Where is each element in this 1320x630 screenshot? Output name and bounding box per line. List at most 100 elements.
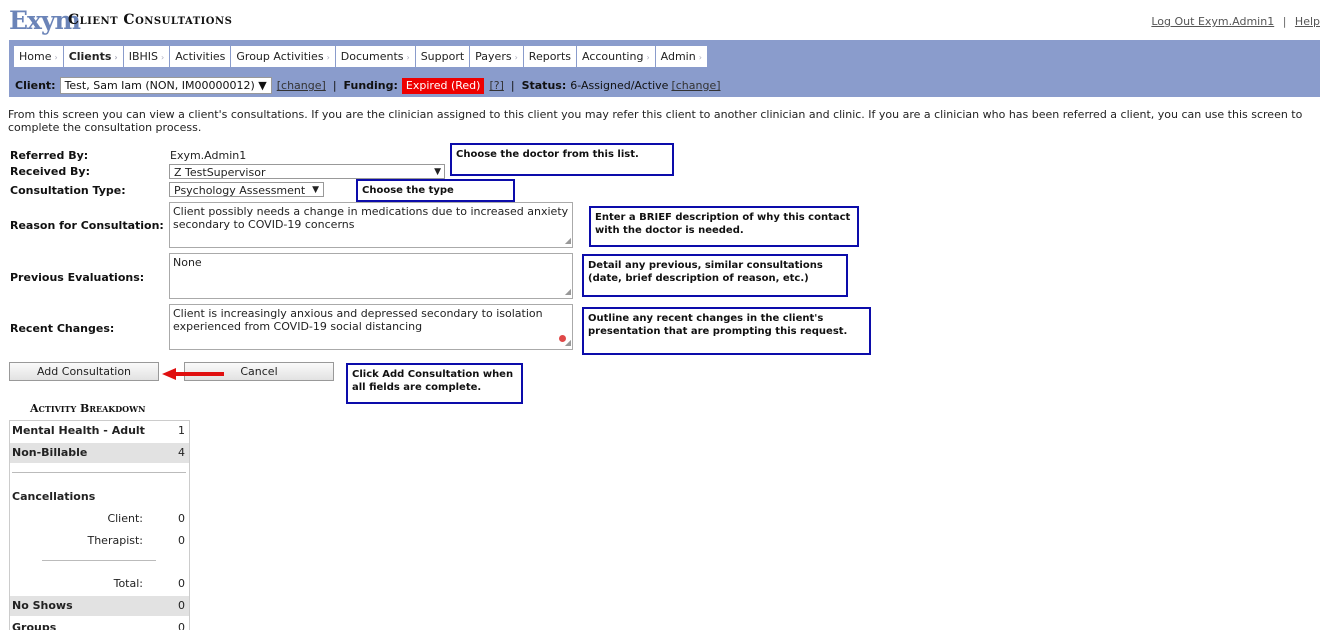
menu-item-label: Support xyxy=(420,50,465,63)
menu-item-ibhis[interactable]: IBHIS › xyxy=(123,46,170,67)
activity-breakdown-panel: Mental Health - Adult 1 Non-Billable 4 C… xyxy=(9,420,190,630)
therapist-cancellations-value: 0 xyxy=(178,534,185,547)
chevron-right-icon: › xyxy=(646,53,650,62)
navbar: Home › Clients › IBHIS › Activities Group Activ… xyxy=(9,40,1320,97)
non-billable-value: 4 xyxy=(178,446,185,459)
client-select[interactable]: Test, Sam Iam (NON, IM00000012) ▼ xyxy=(59,77,272,94)
top-links: Log Out Exym.Admin1 | Help xyxy=(1151,15,1320,28)
recent-changes-textarea[interactable]: Client is increasingly anxious and depre… xyxy=(169,304,573,350)
chevron-right-icon: › xyxy=(326,53,330,62)
therapist-cancellations-label: Therapist: xyxy=(87,534,143,547)
client-bar: Client: Test, Sam Iam (NON, IM00000012) … xyxy=(15,77,721,94)
chevron-down-icon: ▼ xyxy=(312,185,319,195)
menu-item-reports[interactable]: Reports xyxy=(523,46,576,67)
chevron-right-icon: › xyxy=(698,53,702,62)
add-consultation-button[interactable]: Add Consultation xyxy=(9,362,159,381)
chevron-right-icon: › xyxy=(406,53,410,62)
received-by-select[interactable]: Z TestSupervisor ▼ xyxy=(169,164,445,179)
total-cancellations-row: Total: 0 xyxy=(10,574,189,594)
type-callout: Choose the type xyxy=(356,179,515,202)
menu-item-support[interactable]: Support xyxy=(415,46,470,67)
client-cancellations-row: Client: 0 xyxy=(10,509,189,529)
menu-item-label: Admin xyxy=(660,50,696,63)
menu-item-payers[interactable]: Payers › xyxy=(470,46,523,67)
funding-status-badge: Expired (Red) xyxy=(401,77,485,94)
previous-evaluations-label: Previous Evaluations: xyxy=(10,271,145,284)
mental-health-row: Mental Health - Adult 1 xyxy=(10,421,189,441)
red-arrow-icon xyxy=(162,368,224,380)
add-consultation-callout: Click Add Consultation when all fields a… xyxy=(346,363,523,404)
no-shows-value: 0 xyxy=(178,599,185,612)
funding-label: Funding: xyxy=(343,79,398,92)
total-cancellations-value: 0 xyxy=(178,577,185,590)
groups-value: 0 xyxy=(178,621,185,630)
menu-item-documents[interactable]: Documents › xyxy=(335,46,415,67)
main-menu: Home › Clients › IBHIS › Activities Group Activ… xyxy=(14,46,708,67)
resize-grip-icon[interactable]: ◢ xyxy=(565,336,571,349)
groups-label: Groups xyxy=(12,621,57,630)
resize-grip-icon[interactable]: ◢ xyxy=(565,234,571,247)
no-shows-row: No Shows 0 xyxy=(10,596,189,616)
resize-grip-icon[interactable]: ◢ xyxy=(565,285,571,298)
recent-changes-label: Recent Changes: xyxy=(10,322,115,335)
non-billable-label: Non-Billable xyxy=(12,446,88,459)
mental-health-value: 1 xyxy=(178,424,185,437)
menu-item-label: Activities xyxy=(175,50,226,63)
client-cancellations-label: Client: xyxy=(107,512,143,525)
consultation-type-label: Consultation Type: xyxy=(10,184,126,197)
status-value: 6-Assigned/Active xyxy=(570,79,669,92)
menu-item-label: Home xyxy=(19,50,52,63)
chevron-right-icon: › xyxy=(514,53,518,62)
previous-evaluations-textarea[interactable]: None ◢ xyxy=(169,253,573,299)
reason-textarea[interactable]: Client possibly needs a change in medica… xyxy=(169,202,573,248)
menu-item-label: IBHIS xyxy=(128,50,158,63)
previous-callout: Detail any previous, similar consultatio… xyxy=(582,254,848,297)
intro-text: From this screen you can view a client's… xyxy=(8,108,1303,134)
chevron-right-icon: › xyxy=(54,53,58,62)
non-billable-row: Non-Billable 4 xyxy=(10,443,189,463)
change-status-link[interactable]: [change] xyxy=(671,79,720,92)
referred-by-value: Exym.Admin1 xyxy=(170,149,247,162)
help-link[interactable]: Help xyxy=(1295,15,1320,28)
no-shows-label: No Shows xyxy=(12,599,73,612)
activity-breakdown-title: Activity Breakdown xyxy=(30,402,146,415)
menu-item-accounting[interactable]: Accounting › xyxy=(577,46,655,67)
chevron-down-icon: ▼ xyxy=(434,167,441,177)
menu-item-label: Payers xyxy=(475,50,512,63)
divider xyxy=(12,472,186,473)
groups-row: Groups 0 xyxy=(10,618,189,630)
status-label: Status: xyxy=(521,79,567,92)
change-client-link[interactable]: [change] xyxy=(277,79,326,92)
mental-health-label: Mental Health - Adult xyxy=(12,424,145,437)
cancellations-label: Cancellations xyxy=(12,490,96,503)
client-bar-separator: | xyxy=(510,79,515,92)
menu-item-admin[interactable]: Admin › xyxy=(655,46,707,67)
menu-item-label: Clients xyxy=(68,50,112,63)
client-bar-separator: | xyxy=(332,79,337,92)
menu-item-activities[interactable]: Activities xyxy=(170,46,231,67)
funding-help-link[interactable]: [?] xyxy=(489,79,503,92)
menu-item-label: Documents xyxy=(340,50,404,63)
doctor-callout: Choose the doctor from this list. xyxy=(450,143,674,176)
divider xyxy=(42,560,156,561)
consultation-type-select[interactable]: Psychology Assessment ▼ xyxy=(169,182,324,197)
menu-item-label: Accounting xyxy=(582,50,644,63)
logout-link[interactable]: Log Out Exym.Admin1 xyxy=(1151,15,1274,28)
referred-by-label: Referred By: xyxy=(10,149,89,162)
client-label: Client: xyxy=(15,79,56,92)
menu-item-clients[interactable]: Clients › xyxy=(63,46,123,67)
therapist-cancellations-row: Therapist: 0 xyxy=(10,531,189,551)
client-cancellations-value: 0 xyxy=(178,512,185,525)
page-title: Client Consultations xyxy=(68,12,233,28)
menu-item-label: Group Activities xyxy=(236,50,324,63)
chevron-right-icon: › xyxy=(161,53,165,62)
menu-item-home[interactable]: Home › xyxy=(14,46,63,67)
total-cancellations-label: Total: xyxy=(113,577,143,590)
cancellations-row: Cancellations xyxy=(10,487,189,507)
received-by-label: Received By: xyxy=(10,165,90,178)
top-separator: | xyxy=(1282,15,1287,28)
menu-item-group-activities[interactable]: Group Activities › xyxy=(231,46,335,67)
chevron-down-icon: ▼ xyxy=(258,79,267,92)
recent-changes-callout: Outline any recent changes in the client… xyxy=(582,307,871,355)
menu-item-label: Reports xyxy=(528,50,571,63)
